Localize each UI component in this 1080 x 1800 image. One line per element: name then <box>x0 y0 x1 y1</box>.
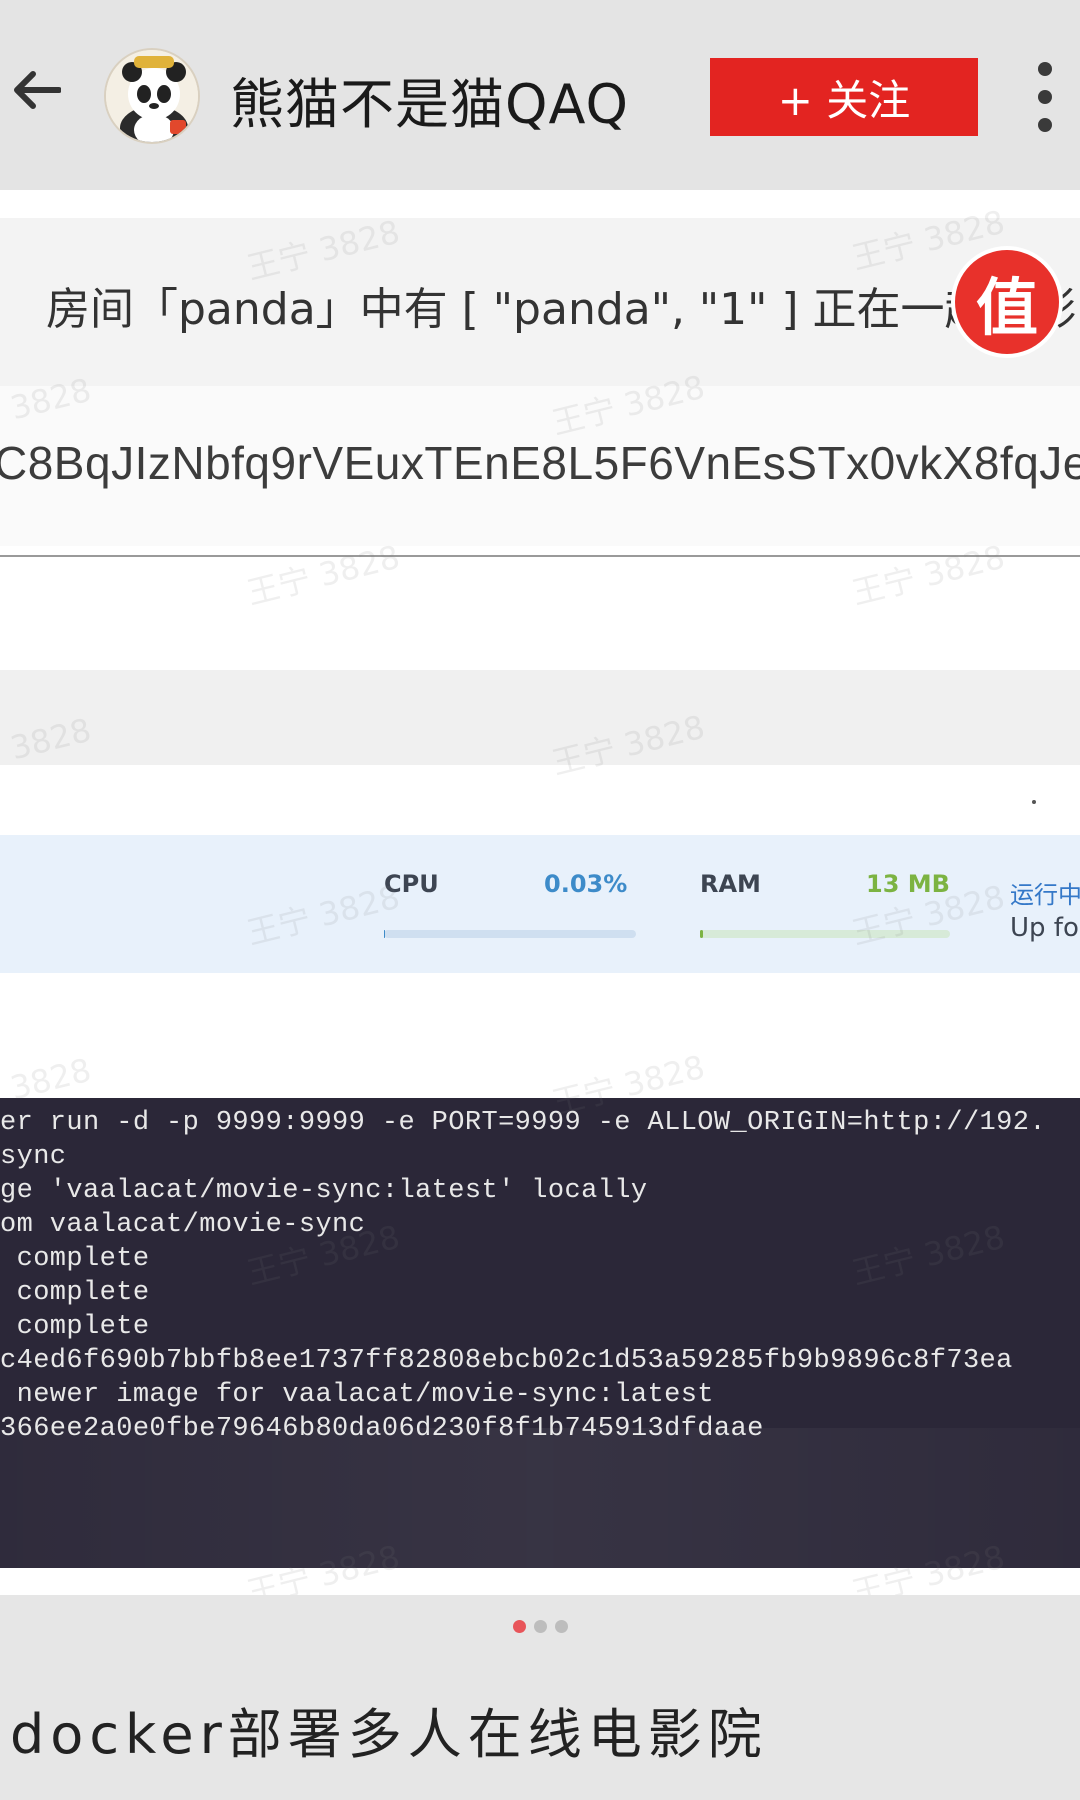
status-uptime: Up fo <box>1010 913 1079 943</box>
container-stats-panel: CPU 0.03% RAM 13 MB 运行中 Up fo <box>0 835 1080 973</box>
pager-dot[interactable] <box>533 1620 547 1633</box>
avatar[interactable] <box>104 48 200 144</box>
zhi-badge[interactable]: 值 <box>955 250 1059 354</box>
room-text: 房间「panda」中有 [ "panda", "1" ] 正在一起看影 <box>46 284 1077 335</box>
terminal-line: sync <box>0 1142 67 1172</box>
more-vertical-icon <box>1038 62 1052 76</box>
terminal-line: 366ee2a0e0fbe79646b80da06d230f8f1b745913… <box>0 1414 764 1444</box>
gray-band <box>0 670 1080 765</box>
divider <box>0 555 1080 557</box>
more-button[interactable] <box>1030 62 1060 132</box>
follow-button[interactable]: + 关注 <box>710 58 978 136</box>
terminal-line: newer image for vaalacat/movie-sync:late… <box>0 1380 714 1410</box>
terminal-line: er run -d -p 9999:9999 -e PORT=9999 -e A… <box>0 1108 1046 1138</box>
back-arrow-icon <box>14 71 61 109</box>
pager-dot[interactable] <box>554 1620 568 1633</box>
terminal-line: complete <box>0 1278 150 1308</box>
cpu-label: CPU <box>384 870 439 898</box>
image-pager[interactable] <box>0 1620 1080 1644</box>
top-bar: 熊猫不是猫QAQ + 关注 <box>0 0 1080 190</box>
post-image[interactable]: 房间「panda」中有 [ "panda", "1" ] 正在一起看影 值 C8… <box>0 190 1080 1595</box>
back-button[interactable] <box>8 62 64 118</box>
pager-dot[interactable] <box>512 1620 526 1633</box>
terminal-line: complete <box>0 1312 150 1342</box>
token-row: C8BqJIzNbfq9rVEuxTEnE8L5F6VnEsSTx0vkX8fq… <box>0 386 1080 546</box>
terminal-line: ge 'vaalacat/movie-sync:latest' locally <box>0 1176 648 1206</box>
room-banner: 房间「panda」中有 [ "panda", "1" ] 正在一起看影 值 <box>0 218 1080 386</box>
cpu-bar <box>384 930 636 938</box>
panda-avatar-icon <box>106 50 198 142</box>
terminal-line: c4ed6f690b7bbfb8ee1737ff82808ebcb02c1d53… <box>0 1346 1013 1376</box>
username[interactable]: 熊猫不是猫QAQ <box>230 60 629 139</box>
terminal-line: complete <box>0 1244 150 1274</box>
post-title: docker部署多人在线电影院 <box>10 1703 768 1766</box>
status-running: 运行中 <box>1010 881 1080 909</box>
terminal-line: om vaalacat/movie-sync <box>0 1210 366 1240</box>
dot-mark <box>1032 800 1036 804</box>
terminal-watermark <box>0 1428 1080 1568</box>
token-text: C8BqJIzNbfq9rVEuxTEnE8L5F6VnEsSTx0vkX8fq… <box>0 437 1080 489</box>
ram-bar <box>700 930 950 938</box>
terminal-output: er run -d -p 9999:9999 -e PORT=9999 -e A… <box>0 1098 1080 1568</box>
ram-label: RAM <box>700 870 761 898</box>
cpu-value: 0.03% <box>544 870 628 898</box>
ram-value: 13 MB <box>866 870 950 898</box>
